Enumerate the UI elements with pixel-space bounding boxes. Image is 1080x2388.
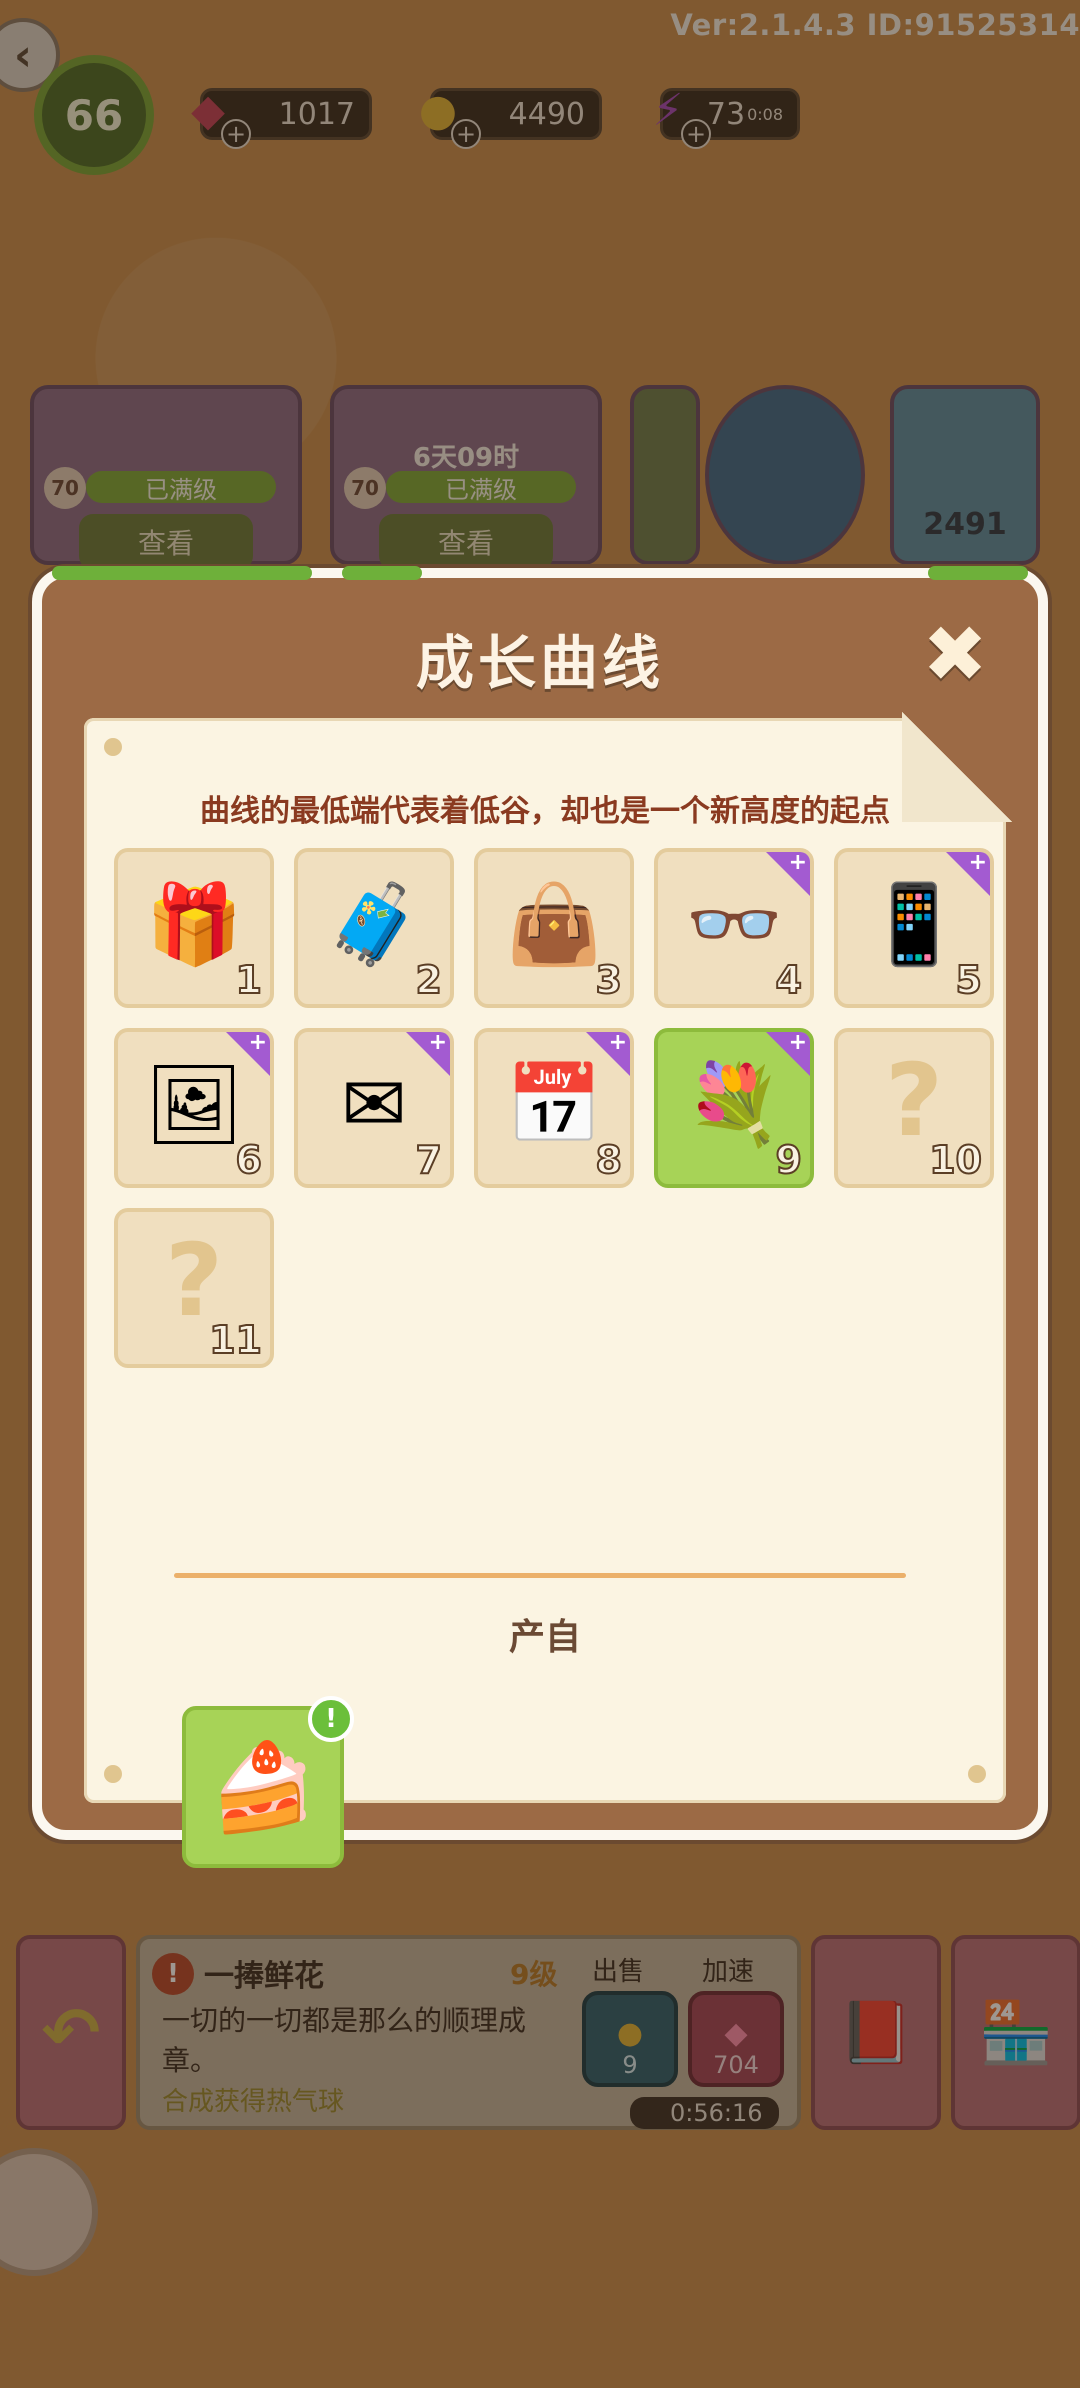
source-item-badge: ! <box>308 1696 354 1742</box>
chain-item-slot[interactable]: 📅 +8 <box>474 1028 634 1188</box>
plus-icon: + <box>968 850 987 875</box>
plus-icon: + <box>608 1030 627 1055</box>
chain-item-slot[interactable]: 💐 +9 <box>654 1028 814 1188</box>
chain-item-slot[interactable]: ? 10 <box>834 1028 994 1188</box>
item-tier-number: 8 <box>595 1137 623 1183</box>
produced-from-label: 产自 <box>508 1617 581 1658</box>
item-tier-number: 6 <box>235 1137 263 1183</box>
modal-title: 成长曲线 <box>415 629 664 697</box>
item-tier-number: 10 <box>928 1137 983 1183</box>
paper-pin <box>104 1765 122 1783</box>
item-tier-number: 3 <box>595 957 623 1003</box>
paper-pin <box>104 738 122 756</box>
content-paper: 曲线的最低端代表着低谷，却也是一个新高度的起点 🎁 1 🧳 2 👜 3 👓 +4 📱 +5 🖼 +6 ✉… <box>84 712 1012 1868</box>
plus-icon: + <box>788 1030 807 1055</box>
chain-item-slot[interactable]: 👜 3 <box>474 848 634 1008</box>
item-tier-number: 5 <box>955 957 983 1003</box>
chain-item-slot[interactable]: 📱 +5 <box>834 848 994 1008</box>
chain-item-slot[interactable]: 🎁 1 <box>114 848 274 1008</box>
chain-item-slot[interactable]: 🧳 2 <box>294 848 454 1008</box>
item-tier-number: 1 <box>235 957 263 1003</box>
item-tier-number: 11 <box>208 1317 263 1363</box>
item-tier-number: 4 <box>775 957 803 1003</box>
paper-pin <box>968 1765 986 1783</box>
chain-item-slot[interactable]: ✉ +7 <box>294 1028 454 1188</box>
chain-item-slot[interactable]: 🖼 +6 <box>114 1028 274 1188</box>
divider <box>174 1573 906 1578</box>
plus-icon: + <box>248 1030 267 1055</box>
close-icon[interactable]: ✖ <box>916 616 994 694</box>
chain-item-slot[interactable]: ? 11 <box>114 1208 274 1368</box>
item-tier-number: 7 <box>415 1137 443 1183</box>
item-tier-number: 2 <box>415 957 443 1003</box>
plus-icon: + <box>428 1030 447 1055</box>
modal-subtitle: 曲线的最低端代表着低谷，却也是一个新高度的起点 <box>200 794 890 829</box>
chain-item-slot[interactable]: 👓 +4 <box>654 848 814 1008</box>
growth-curve-modal: 成长曲线 ✖ 曲线的最低端代表着低谷，却也是一个新高度的起点 🎁 1 🧳 2 👜 3 👓 +4… <box>32 566 1048 1868</box>
vine-decoration <box>342 566 422 580</box>
plus-icon: + <box>788 850 807 875</box>
source-item-slot[interactable]: 🍰 ! <box>182 1696 354 1868</box>
vine-decoration <box>52 566 312 580</box>
vine-decoration <box>928 566 1028 580</box>
item-tier-number: 9 <box>775 1137 803 1183</box>
